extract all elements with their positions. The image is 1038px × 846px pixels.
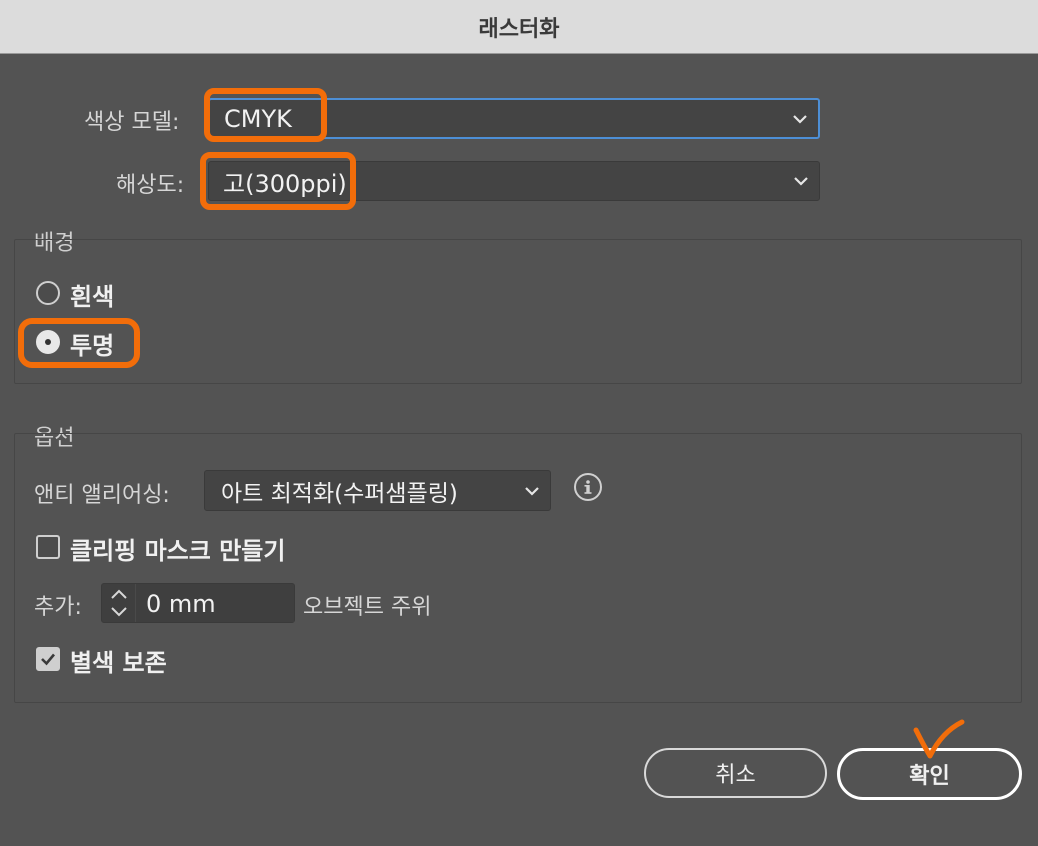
- dialog-titlebar: 래스터화: [0, 0, 1038, 54]
- color-model-label: 색상 모델:: [84, 110, 180, 135]
- chevron-down-icon: [794, 177, 808, 186]
- chevron-down-icon: [525, 486, 539, 496]
- add-amount-input[interactable]: [138, 585, 294, 622]
- annotation-highlight-color-model: [204, 88, 327, 142]
- chevron-down-icon: [793, 114, 807, 124]
- checkmark-annotation-icon: [913, 719, 965, 759]
- dialog-title: 래스터화: [478, 16, 560, 42]
- add-label: 추가:: [34, 595, 82, 620]
- add-stepper: [101, 583, 295, 623]
- antialias-dropdown[interactable]: 아트 최적화(수퍼샘플링): [204, 470, 551, 511]
- background-group: [14, 239, 1022, 384]
- preserve-spot-checkbox[interactable]: [36, 647, 60, 671]
- cancel-button[interactable]: 취소: [644, 748, 827, 798]
- resolution-label: 해상도:: [116, 173, 185, 198]
- clipping-mask-label: 클리핑 마스크 만들기: [70, 537, 286, 565]
- add-suffix-label: 오브젝트 주위: [303, 595, 432, 620]
- info-glyph: [584, 480, 592, 494]
- info-icon[interactable]: [574, 473, 602, 501]
- checkmark-icon: [41, 653, 55, 666]
- antialias-value: 아트 최적화(수퍼샘플링): [221, 480, 458, 507]
- radio-white[interactable]: [36, 281, 60, 305]
- stepper-arrows-icon[interactable]: [102, 584, 136, 622]
- antialias-label: 앤티 앨리어싱:: [34, 483, 170, 508]
- annotation-highlight-transparent: [18, 318, 140, 368]
- radio-white-label: 흰색: [70, 283, 115, 311]
- annotation-highlight-resolution: [200, 152, 356, 210]
- clipping-mask-checkbox[interactable]: [36, 535, 60, 559]
- preserve-spot-label: 별색 보존: [70, 649, 167, 677]
